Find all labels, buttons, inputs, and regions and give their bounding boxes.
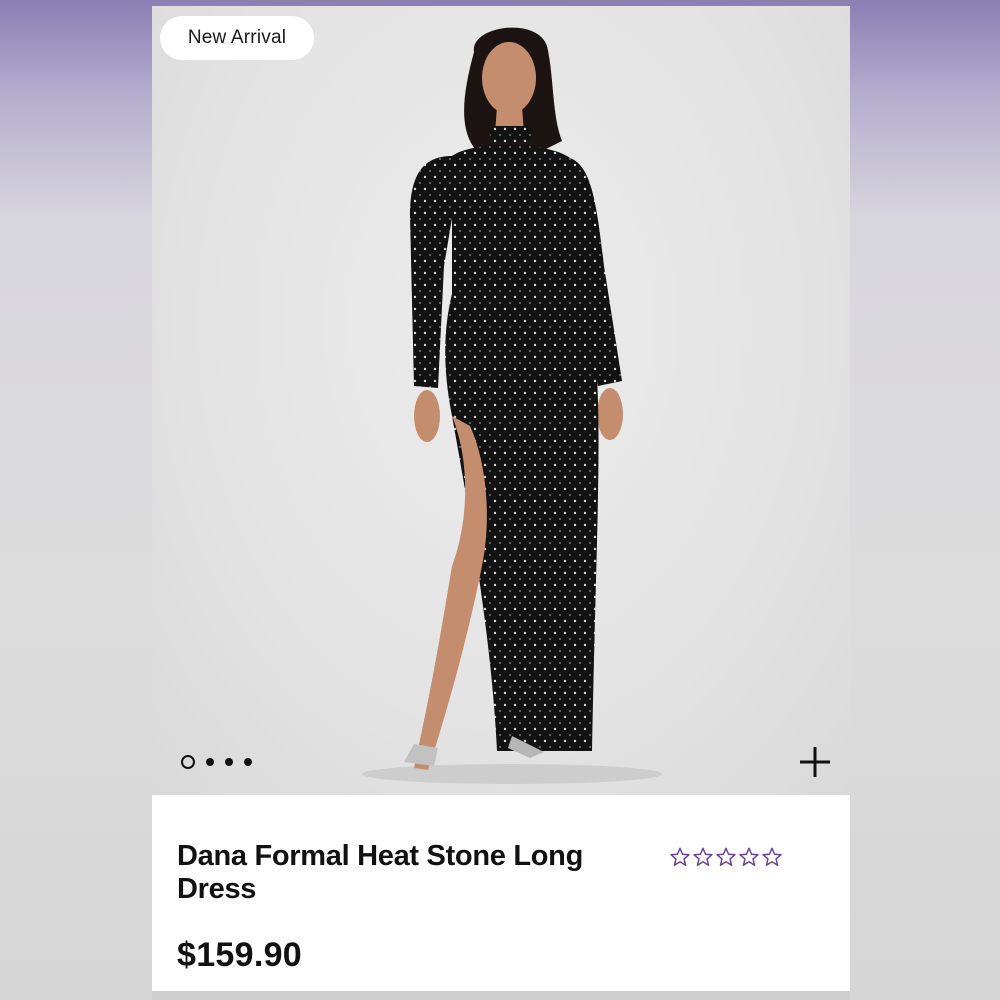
product-card[interactable]: New Arrival Dana Formal Heat Stone Long … — [152, 6, 850, 1000]
star-outline-icon — [716, 847, 736, 866]
product-title[interactable]: Dana Formal Heat Stone Long Dress — [177, 840, 647, 906]
product-image-area[interactable]: New Arrival — [152, 6, 850, 795]
star-outline-icon — [670, 847, 690, 866]
rating-stars[interactable] — [669, 846, 783, 868]
product-photo — [362, 27, 662, 784]
star-outline-icon — [762, 847, 782, 866]
product-price: $159.90 — [177, 936, 303, 974]
carousel-dot-2[interactable] — [206, 758, 214, 766]
plus-icon[interactable] — [797, 744, 833, 780]
carousel-dot-1[interactable] — [181, 755, 195, 769]
next-card-edge — [152, 991, 850, 1000]
star-outline-icon — [739, 847, 759, 866]
carousel-dot-3[interactable] — [225, 758, 233, 766]
new-arrival-badge: New Arrival — [160, 16, 314, 60]
carousel-indicators — [181, 755, 252, 769]
star-outline-icon — [693, 847, 713, 866]
carousel-dot-4[interactable] — [244, 758, 252, 766]
